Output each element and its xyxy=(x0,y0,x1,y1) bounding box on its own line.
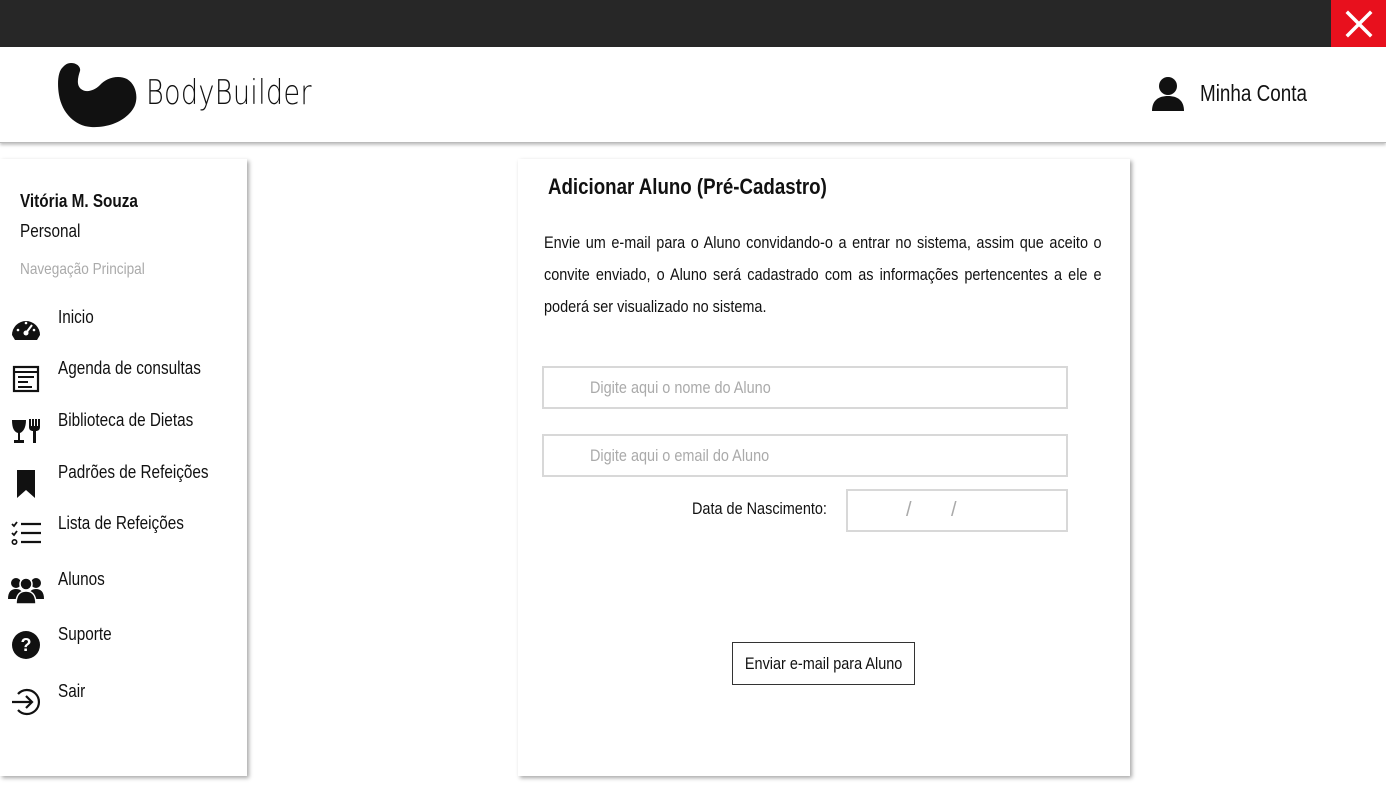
sidebar-item-padroes[interactable]: Padrões de Refeições xyxy=(0,462,247,502)
page-title: Adicionar Aluno (Pré-Cadastro) xyxy=(548,174,827,199)
user-name: Vitória M. Souza xyxy=(20,191,138,211)
date-separator: / xyxy=(951,499,957,521)
sidebar: Vitória M. Souza Personal Navegação Prin… xyxy=(0,159,247,776)
close-button[interactable] xyxy=(1331,0,1386,47)
student-name-input[interactable]: Digite aqui o nome do Aluno xyxy=(542,366,1068,409)
send-email-label: Enviar e-mail para Aluno xyxy=(744,653,903,673)
sidebar-item-label: Sair xyxy=(58,681,86,701)
date-separator: / xyxy=(906,499,912,521)
calendar-icon xyxy=(12,365,40,393)
sidebar-item-label: Biblioteca de Dietas xyxy=(58,410,194,430)
users-icon xyxy=(8,577,44,605)
page-description: Envie um e-mail para o Aluno convidando-… xyxy=(544,233,1102,316)
app-logo-text[interactable]: BodyBuilder xyxy=(146,73,312,113)
sidebar-item-label: Padrões de Refeições xyxy=(58,462,209,482)
user-role: Personal xyxy=(20,221,81,241)
sidebar-item-label: Agenda de consultas xyxy=(58,358,201,378)
bookmark-icon xyxy=(17,470,35,498)
sidebar-item-suporte[interactable]: ? Suporte xyxy=(0,624,247,664)
help-icon: ? xyxy=(12,631,40,659)
student-email-input[interactable]: Digite aqui o email do Aluno xyxy=(542,434,1068,477)
title-bar xyxy=(0,0,1386,47)
birthdate-input[interactable]: / / xyxy=(846,489,1068,532)
svg-text:?: ? xyxy=(21,635,32,655)
account-label: Minha Conta xyxy=(1199,79,1307,106)
sidebar-item-sair[interactable]: Sair xyxy=(0,681,247,721)
sidebar-item-label: Suporte xyxy=(58,624,112,644)
user-icon xyxy=(1151,77,1184,111)
account-menu[interactable]: Minha Conta xyxy=(1150,75,1330,111)
checklist-icon xyxy=(11,521,41,545)
logout-icon xyxy=(12,688,40,716)
speedometer-icon xyxy=(12,321,40,340)
email-placeholder: Digite aqui o email do Aluno xyxy=(590,446,770,465)
main-panel: Adicionar Aluno (Pré-Cadastro) Envie um … xyxy=(518,159,1130,776)
nav-caption: Navegação Principal xyxy=(20,261,145,278)
sidebar-item-alunos[interactable]: Alunos xyxy=(0,569,247,609)
sidebar-item-label: Inicio xyxy=(58,307,94,327)
flexed-arm-icon xyxy=(58,63,137,128)
sidebar-item-label: Alunos xyxy=(58,569,105,589)
sidebar-item-lista[interactable]: Lista de Refeições xyxy=(0,513,247,553)
name-placeholder: Digite aqui o nome do Aluno xyxy=(590,378,771,397)
sidebar-item-label: Lista de Refeições xyxy=(58,513,184,533)
app-header: BodyBuilder Minha Conta xyxy=(0,47,1386,143)
utensils-icon xyxy=(12,419,40,443)
sidebar-item-agenda[interactable]: Agenda de consultas xyxy=(0,358,247,398)
close-icon xyxy=(1345,10,1372,37)
sidebar-item-biblioteca[interactable]: Biblioteca de Dietas xyxy=(0,410,247,450)
sidebar-item-inicio[interactable]: Inicio xyxy=(0,307,247,347)
birthdate-label: Data de Nascimento: xyxy=(692,499,827,518)
send-email-button[interactable]: Enviar e-mail para Aluno xyxy=(732,642,915,685)
